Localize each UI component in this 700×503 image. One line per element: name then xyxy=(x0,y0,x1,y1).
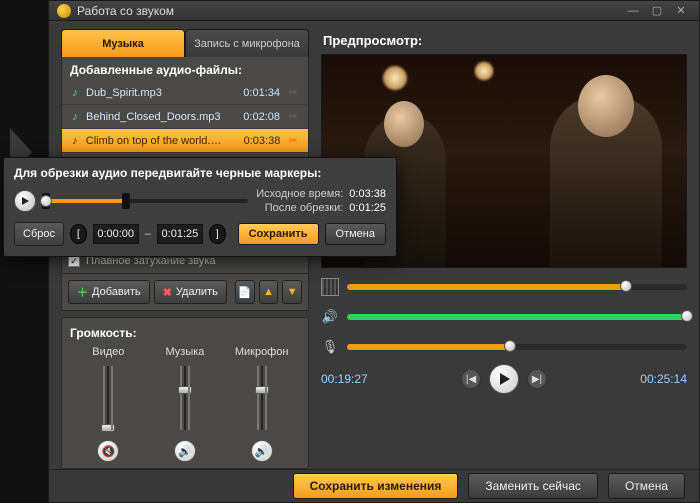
close-icon[interactable]: ✕ xyxy=(671,4,691,18)
file-name: Behind_Closed_Doors.mp3 xyxy=(86,111,228,123)
mic-icon[interactable]: 🎙 xyxy=(321,339,339,355)
tabs: Музыка Запись с микрофона xyxy=(61,29,309,57)
vol-video-label: Видео xyxy=(92,346,124,358)
file-duration: 0:01:34 xyxy=(228,87,280,99)
trim-title: Для обрезки аудио передвигайте черные ма… xyxy=(14,166,386,180)
trim-marker-end[interactable] xyxy=(122,193,130,209)
seek-row xyxy=(321,276,687,298)
trim-save-button[interactable]: Сохранить xyxy=(238,223,319,245)
trim-cancel-button[interactable]: Отмена xyxy=(325,223,386,245)
seek-slider[interactable] xyxy=(347,284,687,290)
next-button[interactable]: ▶| xyxy=(527,369,547,389)
vol-music-slider[interactable] xyxy=(172,362,198,434)
app-icon xyxy=(57,4,71,18)
vol-mic-slider[interactable] xyxy=(249,362,275,434)
tab-mic[interactable]: Запись с микрофона xyxy=(185,29,309,57)
mute-music-button[interactable]: 🔊 xyxy=(174,440,196,462)
audio-level-slider[interactable] xyxy=(347,314,687,320)
volume-header: Громкость: xyxy=(70,324,300,346)
trim-set-start-button[interactable]: [ xyxy=(70,224,87,244)
time-current: 00:19:27 xyxy=(321,372,368,386)
mute-video-button[interactable]: 🔇 xyxy=(97,440,119,462)
time-total: 00:25:14 xyxy=(640,372,687,386)
prev-button[interactable]: |◀ xyxy=(461,369,481,389)
scissors-icon[interactable]: ✂ xyxy=(284,110,302,123)
file-toolbar: ＋Добавить ✖Удалить 📄 ▲ ▼ xyxy=(61,274,309,311)
maximize-icon[interactable]: ▢ xyxy=(647,4,667,18)
file-name: Dub_Spirit.mp3 xyxy=(86,87,228,99)
trim-from-field[interactable]: 0:00:00 xyxy=(93,224,139,244)
mute-mic-button[interactable]: 🔊 xyxy=(251,440,273,462)
mic-level-slider[interactable] xyxy=(347,344,687,350)
trim-info: Исходное время:0:03:38 После обрезки:0:0… xyxy=(256,188,386,214)
move-up-button[interactable]: ▲ xyxy=(259,280,279,304)
titlebar: Работа со звуком — ▢ ✕ xyxy=(49,1,699,21)
play-button[interactable] xyxy=(489,364,519,394)
add-button[interactable]: ＋Добавить xyxy=(68,280,150,304)
note-icon: ♪ xyxy=(68,135,82,147)
file-duration: 0:03:38 xyxy=(229,135,280,147)
volume-panel: Громкость: Видео 🔇 Музыка 🔊 Микрофон xyxy=(61,317,309,469)
window-title: Работа со звуком xyxy=(77,4,619,18)
cancel-button[interactable]: Отмена xyxy=(608,473,685,499)
trim-to-field[interactable]: 0:01:25 xyxy=(157,224,203,244)
file-row[interactable]: ♪ Dub_Spirit.mp3 0:01:34 ✂ xyxy=(62,81,308,105)
trim-play-button[interactable] xyxy=(14,190,36,212)
minimize-icon[interactable]: — xyxy=(623,4,643,18)
vol-video-slider[interactable] xyxy=(95,362,121,434)
note-icon: ♪ xyxy=(68,87,82,99)
fade-label: Плавное затухание звука xyxy=(86,255,215,267)
speaker-icon[interactable]: 🔊 xyxy=(321,309,339,325)
audio-level-row: 🔊 xyxy=(321,306,687,328)
tab-music[interactable]: Музыка xyxy=(61,29,185,57)
doc-button[interactable]: 📄 xyxy=(235,280,255,304)
file-row-selected[interactable]: ♪ Climb on top of the world.mp3 0:03:38 … xyxy=(62,129,308,153)
footer: Сохранить изменения Заменить сейчас Отме… xyxy=(49,469,699,502)
mic-level-row: 🎙 xyxy=(321,336,687,358)
scissors-icon[interactable]: ✂ xyxy=(284,134,302,147)
replace-now-button[interactable]: Заменить сейчас xyxy=(468,473,598,499)
vol-mic-label: Микрофон xyxy=(235,346,289,358)
file-row[interactable]: ♪ Behind_Closed_Doors.mp3 0:02:08 ✂ xyxy=(62,105,308,129)
trim-reset-button[interactable]: Сброс xyxy=(14,222,64,246)
trim-set-end-button[interactable]: ] xyxy=(209,224,226,244)
scissors-icon[interactable]: ✂ xyxy=(284,86,302,99)
checkbox-icon[interactable]: ✓ xyxy=(68,255,80,267)
note-icon: ♪ xyxy=(68,111,82,123)
file-name: Climb on top of the world.mp3 xyxy=(86,135,230,147)
file-duration: 0:02:08 xyxy=(228,111,280,123)
trim-popover: Для обрезки аудио передвигайте черные ма… xyxy=(3,157,397,257)
transport: 00:19:27 |◀ ▶| 00:25:14 xyxy=(321,364,687,394)
move-down-button[interactable]: ▼ xyxy=(282,280,302,304)
trim-playhead[interactable] xyxy=(40,195,52,207)
preview-header: Предпросмотр: xyxy=(321,29,687,54)
delete-button[interactable]: ✖Удалить xyxy=(154,280,227,304)
filmstrip-icon xyxy=(321,278,339,296)
save-changes-button[interactable]: Сохранить изменения xyxy=(293,473,459,499)
file-list-header: Добавленные аудио-файлы: xyxy=(62,57,308,81)
dash: – xyxy=(145,228,151,240)
vol-music-label: Музыка xyxy=(166,346,205,358)
trim-range[interactable] xyxy=(44,192,248,210)
